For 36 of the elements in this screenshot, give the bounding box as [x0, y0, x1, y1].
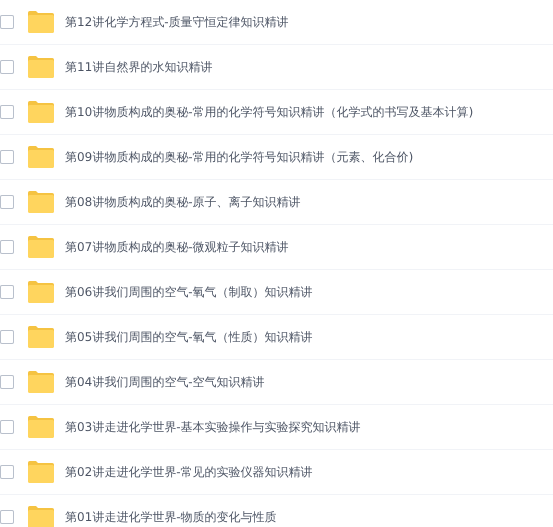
folder-name[interactable]: 第01讲走进化学世界-物质的变化与性质: [65, 508, 277, 526]
folder-name[interactable]: 第04讲我们周围的空气-空气知识精讲: [65, 374, 265, 390]
checkbox[interactable]: [0, 150, 14, 164]
folder-icon: [28, 461, 54, 483]
folder-icon: [28, 146, 54, 168]
folder-name[interactable]: 第06讲我们周围的空气-氧气（制取）知识精讲: [65, 284, 313, 300]
checkbox[interactable]: [0, 285, 14, 299]
checkbox[interactable]: [0, 465, 14, 479]
folder-icon: [28, 191, 54, 213]
folder-icon: [28, 101, 54, 123]
folder-icon: [28, 326, 54, 348]
checkbox[interactable]: [0, 330, 14, 344]
checkbox[interactable]: [0, 105, 14, 119]
folder-name[interactable]: 第08讲物质构成的奥秘-原子、离子知识精讲: [65, 194, 301, 210]
checkbox[interactable]: [0, 420, 14, 434]
checkbox[interactable]: [0, 15, 14, 29]
folder-name[interactable]: 第03讲走进化学世界-基本实验操作与实验探究知识精讲: [65, 418, 361, 436]
folder-icon: [28, 281, 54, 303]
folder-name[interactable]: 第12讲化学方程式-质量守恒定律知识精讲: [65, 14, 289, 30]
folder-name[interactable]: 第09讲物质构成的奥秘-常用的化学符号知识精讲（元素、化合价): [65, 148, 414, 166]
checkbox[interactable]: [0, 60, 14, 74]
checkbox[interactable]: [0, 375, 14, 389]
checkbox[interactable]: [0, 195, 14, 209]
folder-icon: [28, 371, 54, 393]
folder-name[interactable]: 第10讲物质构成的奥秘-常用的化学符号知识精讲（化学式的书写及基本计算): [65, 104, 474, 120]
folder-name[interactable]: 第02讲走进化学世界-常见的实验仪器知识精讲: [65, 464, 313, 480]
folder-name[interactable]: 第05讲我们周围的空气-氧气（性质）知识精讲: [65, 328, 313, 346]
checkbox[interactable]: [0, 240, 14, 254]
folder-icon: [28, 506, 54, 527]
folder-icon: [28, 236, 54, 258]
folder-icon: [28, 11, 54, 33]
folder-name[interactable]: 第11讲自然界的水知识精讲: [65, 58, 212, 76]
folder-name[interactable]: 第07讲物质构成的奥秘-微观粒子知识精讲: [65, 238, 289, 256]
checkbox[interactable]: [0, 510, 14, 524]
folder-icon: [28, 416, 54, 438]
folder-icon: [28, 56, 54, 78]
